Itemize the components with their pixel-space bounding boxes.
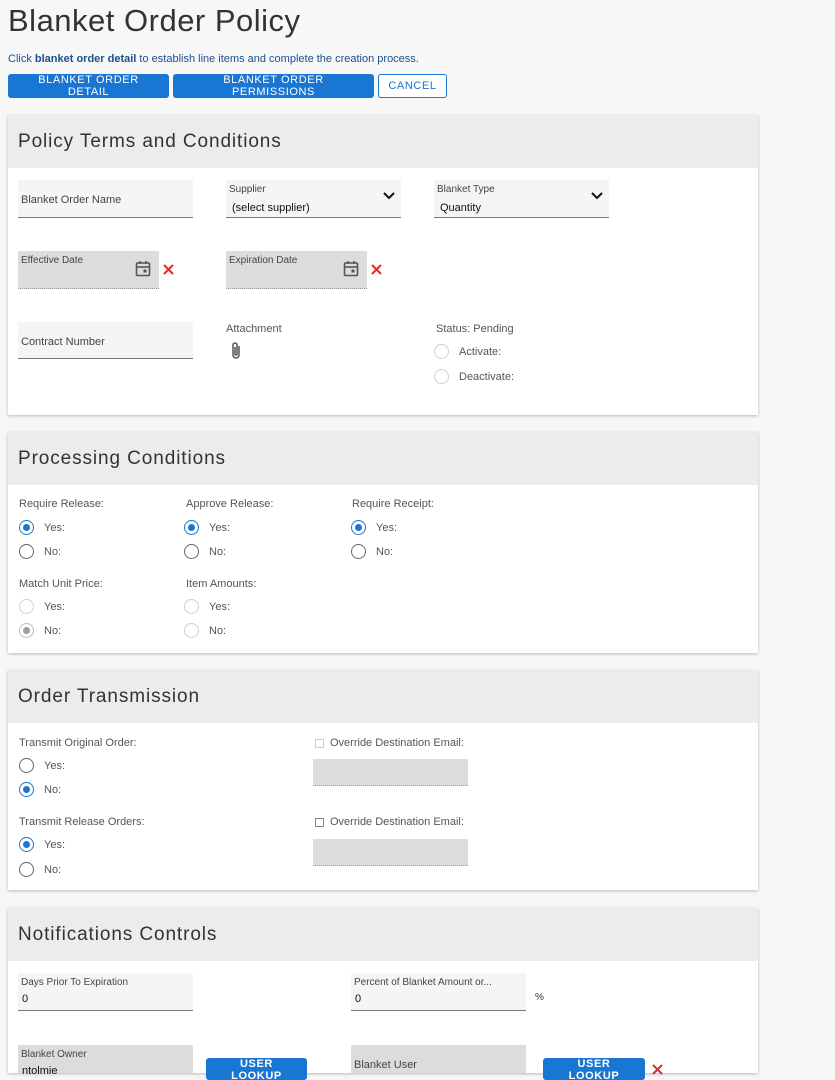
attachment-label: Attachment xyxy=(226,323,282,335)
order-transmission-card: Order Transmission Transmit Original Ord… xyxy=(8,670,758,890)
approve-release-no-radio[interactable]: No: xyxy=(184,544,226,559)
match-unit-price-yes-radio[interactable]: Yes: xyxy=(19,599,65,614)
override-email-original-checkbox[interactable]: Override Destination Email: xyxy=(315,737,464,749)
clear-expiration-date-close-icon[interactable] xyxy=(371,264,382,275)
percent-blanket-amount-field[interactable]: Percent of Blanket Amount or... 0 xyxy=(351,973,526,1011)
instructions: Click blanket order detail to establish … xyxy=(8,53,419,65)
processing-conditions-card: Processing Conditions Require Release: Y… xyxy=(8,432,758,653)
override-email-release-checkbox[interactable]: Override Destination Email: xyxy=(315,816,464,828)
transmit-release-label: Transmit Release Orders: xyxy=(19,816,145,828)
override-email-release-field[interactable] xyxy=(313,839,468,866)
blanket-order-permissions-button[interactable]: BLANKET ORDER PERMISSIONS xyxy=(173,74,374,98)
item-amounts-yes-radio[interactable]: Yes: xyxy=(184,599,230,614)
blanket-order-name-field[interactable]: Blanket Order Name xyxy=(18,180,193,218)
override-email-original-field[interactable] xyxy=(313,759,468,786)
expiration-date-field[interactable]: Expiration Date xyxy=(226,251,367,289)
approve-release-label: Approve Release: xyxy=(186,498,274,510)
transmit-original-label: Transmit Original Order: xyxy=(19,737,137,749)
days-prior-expiration-field[interactable]: Days Prior To Expiration 0 xyxy=(18,973,193,1011)
require-release-yes-radio[interactable]: Yes: xyxy=(19,520,65,535)
deactivate-radio[interactable]: Deactivate: xyxy=(434,369,514,384)
percent-sign: % xyxy=(535,992,544,1003)
user-lookup-user-button[interactable]: USER LOOKUP xyxy=(543,1058,645,1080)
require-receipt-no-radio[interactable]: No: xyxy=(351,544,393,559)
activate-radio[interactable]: Activate: xyxy=(434,344,501,359)
order-transmission-title: Order Transmission xyxy=(8,670,758,723)
blanket-user-field[interactable]: Blanket User xyxy=(351,1045,526,1073)
blanket-owner-field[interactable]: Blanket Owner ntolmie xyxy=(18,1045,193,1077)
policy-terms-card: Policy Terms and Conditions Blanket Orde… xyxy=(8,115,758,415)
match-unit-price-no-radio[interactable]: No: xyxy=(19,623,61,638)
require-release-label: Require Release: xyxy=(19,498,104,510)
contract-number-field[interactable]: Contract Number xyxy=(18,322,193,359)
page-title: Blanket Order Policy xyxy=(8,3,301,38)
processing-conditions-title: Processing Conditions xyxy=(8,432,758,485)
blanket-order-detail-button[interactable]: BLANKET ORDER DETAIL xyxy=(8,74,169,98)
blanket-type-select[interactable]: Blanket Type Quantity xyxy=(434,180,609,218)
item-amounts-label: Item Amounts: xyxy=(186,578,257,590)
calendar-icon[interactable] xyxy=(135,260,151,277)
item-amounts-no-radio[interactable]: No: xyxy=(184,623,226,638)
require-receipt-yes-radio[interactable]: Yes: xyxy=(351,520,397,535)
calendar-icon[interactable] xyxy=(343,260,359,277)
match-unit-price-label: Match Unit Price: xyxy=(19,578,103,590)
instruction-link: blanket order detail xyxy=(34,53,137,65)
effective-date-field[interactable]: Effective Date xyxy=(18,251,159,289)
transmit-release-no-radio[interactable]: No: xyxy=(19,862,61,877)
require-receipt-label: Require Receipt: xyxy=(352,498,434,510)
require-release-no-radio[interactable]: No: xyxy=(19,544,61,559)
transmit-release-yes-radio[interactable]: Yes: xyxy=(19,837,65,852)
status-label: Status: Pending xyxy=(436,323,514,335)
clear-effective-date-close-icon[interactable] xyxy=(163,264,174,275)
transmit-original-yes-radio[interactable]: Yes: xyxy=(19,758,65,773)
paperclip-icon[interactable] xyxy=(230,341,242,361)
chevron-down-icon xyxy=(383,192,395,200)
transmit-original-no-radio[interactable]: No: xyxy=(19,782,61,797)
cancel-button[interactable]: CANCEL xyxy=(378,74,447,98)
chevron-down-icon xyxy=(591,192,603,200)
notifications-controls-card: Notifications Controls Days Prior To Exp… xyxy=(8,908,758,1080)
toolbar: BLANKET ORDER DETAIL BLANKET ORDER PERMI… xyxy=(8,74,447,98)
user-lookup-owner-button[interactable]: USER LOOKUP xyxy=(206,1058,307,1080)
notifications-controls-title: Notifications Controls xyxy=(8,908,758,961)
clear-blanket-user-close-icon[interactable] xyxy=(652,1064,663,1075)
approve-release-yes-radio[interactable]: Yes: xyxy=(184,520,230,535)
supplier-select[interactable]: Supplier (select supplier) xyxy=(226,180,401,218)
policy-terms-title: Policy Terms and Conditions xyxy=(8,115,758,168)
